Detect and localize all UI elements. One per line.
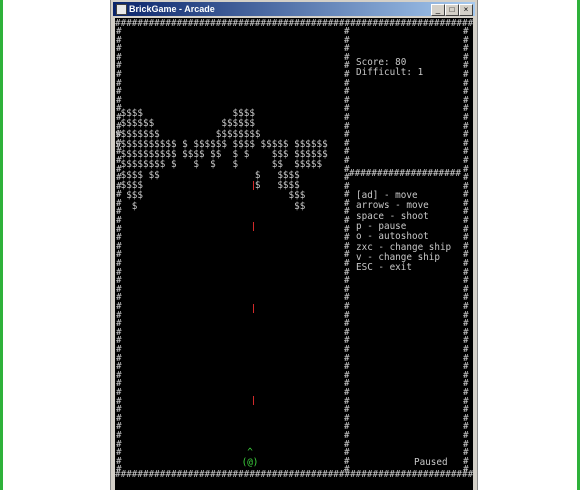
bullet	[253, 181, 254, 190]
game-window: BrickGame - Arcade _ □ × ###############…	[110, 0, 478, 490]
difficulty-label: Difficult: 1	[356, 67, 424, 78]
bullet	[253, 396, 254, 406]
window-title: BrickGame - Arcade	[129, 4, 215, 14]
bottom-border: ########################################…	[115, 469, 473, 480]
left-border: # # # # # # # # # # # # # # # # # # # # …	[116, 26, 122, 476]
minimize-button[interactable]: _	[431, 4, 445, 16]
background-left-strip	[0, 0, 3, 490]
brick-field: $$$$ $$$$ $$$$$$ $$$$$$ $$$$$$$$ $$$$$$$…	[115, 108, 328, 212]
bullet	[253, 304, 254, 313]
app-icon	[116, 4, 127, 15]
right-border: # # # # # # # # # # # # # # # # # # # # …	[463, 26, 469, 476]
player-ship: ^ (@)	[239, 447, 261, 469]
help-line: o - autoshoot	[356, 231, 429, 243]
title-bar[interactable]: BrickGame - Arcade _ □ ×	[113, 2, 475, 16]
game-screen[interactable]: ########################################…	[115, 18, 473, 490]
top-border: ########################################…	[115, 18, 473, 29]
middle-divider: # # # # # # # # # # # # # # # # # # # # …	[344, 26, 350, 476]
status-label: Paused	[414, 457, 448, 468]
help-line: ESC - exit	[356, 262, 412, 274]
maximize-button[interactable]: □	[445, 4, 459, 16]
ship-body: (@)	[241, 457, 259, 469]
bullet	[253, 222, 254, 231]
close-button[interactable]: ×	[459, 4, 473, 16]
panel-divider: ####################	[349, 168, 461, 179]
